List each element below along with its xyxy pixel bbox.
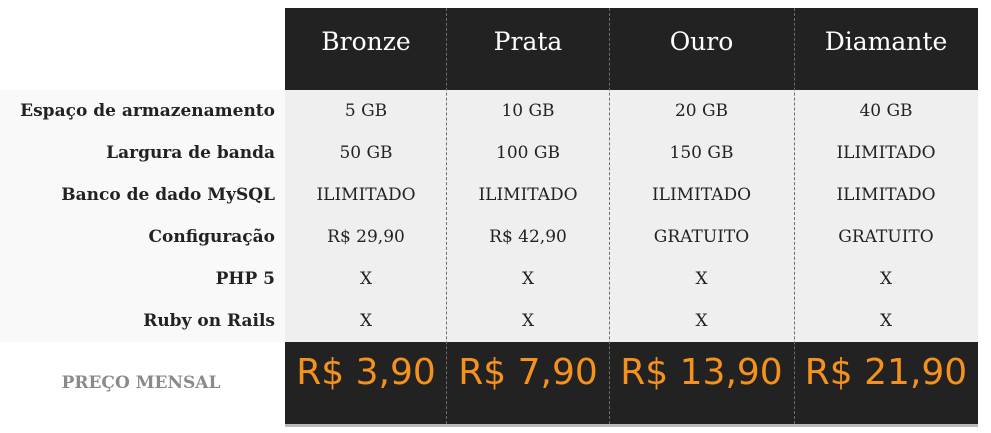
plan-column-ouro: Ouro 20 GB 150 GB ILIMITADO GRATUITO X X… (609, 8, 794, 424)
plan-name: Prata (447, 8, 609, 90)
plan-price: R$ 21,90 (794, 342, 978, 424)
plan-column-bronze: Bronze 5 GB 50 GB ILIMITADO R$ 29,90 X X… (285, 8, 447, 424)
plan-features: 5 GB 50 GB ILIMITADO R$ 29,90 X X (285, 90, 447, 342)
plan-value: 50 GB (339, 143, 393, 163)
plan-value: X (695, 311, 708, 331)
column-divider (609, 8, 610, 424)
plan-value: ILIMITADO (651, 185, 752, 205)
plan-value: ILIMITADO (836, 185, 936, 205)
feature-label-rails: Ruby on Rails (143, 311, 275, 331)
pricing-table: Espaço de armazenamento Largura de banda… (0, 0, 991, 433)
plan-value: X (521, 269, 535, 289)
plan-value: 150 GB (669, 143, 734, 163)
plan-value: 5 GB (344, 101, 388, 121)
plan-value: X (879, 311, 893, 331)
plan-name: Bronze (285, 8, 447, 90)
plan-features: 10 GB 100 GB ILIMITADO R$ 42,90 X X (447, 90, 609, 342)
feature-label-storage: Espaço de armazenamento (20, 101, 275, 121)
plan-value: ILIMITADO (836, 143, 936, 163)
column-divider (794, 8, 795, 424)
plan-value: 20 GB (674, 101, 729, 121)
plan-value: GRATUITO (838, 227, 934, 247)
plan-value: 10 GB (501, 101, 555, 121)
plan-price: R$ 7,90 (447, 342, 609, 424)
table-bottom-border (285, 424, 978, 427)
plan-value: X (695, 269, 708, 289)
feature-label-php: PHP 5 (215, 269, 275, 289)
plan-features: 20 GB 150 GB ILIMITADO GRATUITO X X (609, 90, 794, 342)
plan-value: R$ 29,90 (327, 227, 405, 247)
plan-value: R$ 42,90 (489, 227, 567, 247)
plan-price: R$ 3,90 (285, 342, 447, 424)
feature-labels: Espaço de armazenamento Largura de banda… (0, 90, 285, 342)
plan-value: X (879, 269, 893, 289)
plan-value: ILIMITADO (478, 185, 578, 205)
plan-value: 100 GB (496, 143, 560, 163)
plan-value: GRATUITO (653, 227, 750, 247)
plan-value: X (359, 311, 373, 331)
monthly-price-label: PREÇO MENSAL (61, 373, 221, 393)
plan-name: Diamante (794, 8, 978, 90)
plan-value: 40 GB (859, 101, 913, 121)
feature-label-bandwidth: Largura de banda (106, 143, 275, 163)
plan-column-diamante: Diamante 40 GB ILIMITADO ILIMITADO GRATU… (794, 8, 978, 424)
column-divider (446, 8, 447, 424)
plan-features: 40 GB ILIMITADO ILIMITADO GRATUITO X X (794, 90, 978, 342)
plan-column-prata: Prata 10 GB 100 GB ILIMITADO R$ 42,90 X … (447, 8, 609, 424)
plan-name: Ouro (609, 8, 794, 90)
plan-value: X (521, 311, 535, 331)
feature-label-setup: Configuração (148, 227, 275, 247)
plan-value: X (359, 269, 373, 289)
feature-label-mysql: Banco de dado MySQL (61, 185, 275, 205)
plan-value: ILIMITADO (316, 185, 416, 205)
plan-price: R$ 13,90 (609, 342, 794, 424)
